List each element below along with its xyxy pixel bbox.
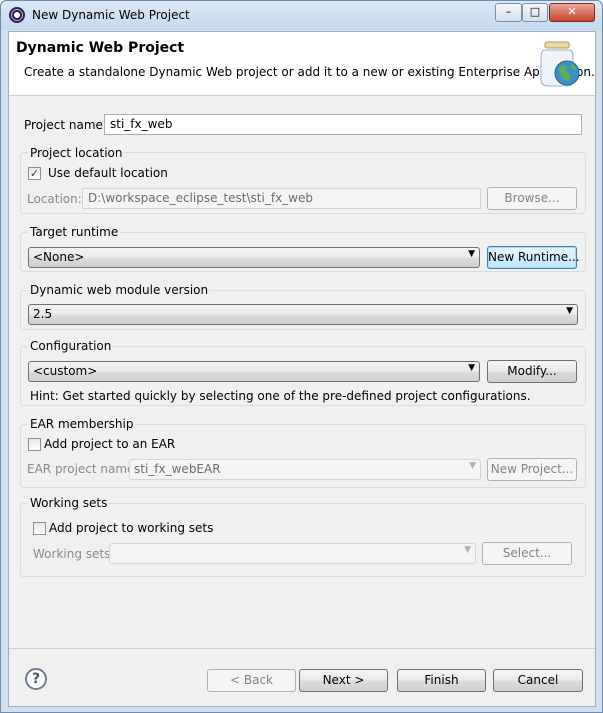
dialog-window: New Dynamic Web Project – □ ✕ Dynamic We… (0, 0, 603, 713)
new-runtime-button[interactable]: New Runtime... (487, 246, 580, 269)
browse-button[interactable]: Browse... (487, 187, 577, 210)
target-runtime-value: <None> (33, 250, 85, 264)
wizard-header: Dynamic Web Project Create a standalone … (9, 32, 595, 96)
eclipse-icon (9, 7, 25, 23)
add-to-ear-label: Add project to an EAR (44, 437, 176, 451)
use-default-location-label: Use default location (48, 166, 168, 180)
ear-membership-group-label: EAR membership (28, 417, 136, 431)
footer-separator (9, 648, 595, 649)
working-sets-select[interactable]: ▼ (109, 543, 476, 564)
add-to-working-sets-checkbox[interactable] (33, 522, 46, 535)
configuration-group-label: Configuration (28, 339, 114, 353)
project-name-input[interactable]: sti_fx_web (104, 114, 582, 135)
close-button[interactable]: ✕ (549, 3, 595, 22)
working-sets-group (20, 503, 586, 577)
target-runtime-group-label: Target runtime (28, 225, 121, 239)
title-bar[interactable]: New Dynamic Web Project – □ ✕ (1, 1, 602, 30)
select-working-sets-button[interactable]: Select... (482, 542, 572, 565)
page-description: Create a standalone Dynamic Web project … (24, 65, 595, 79)
next-button[interactable]: Next > (299, 669, 388, 692)
dropdown-arrow-icon: ▼ (468, 363, 475, 373)
cancel-button[interactable]: Cancel (493, 669, 583, 692)
configuration-hint: Hint: Get started quickly by selecting o… (30, 389, 531, 403)
jar-globe-icon (540, 41, 580, 87)
module-version-select[interactable]: 2.5 ▼ (28, 304, 578, 325)
module-version-value: 2.5 (33, 307, 53, 321)
page-title: Dynamic Web Project (16, 40, 185, 56)
working-sets-label: Working sets: (33, 547, 115, 561)
window-title: New Dynamic Web Project (32, 8, 190, 22)
dropdown-arrow-icon: ▼ (566, 306, 573, 316)
dropdown-arrow-icon: ▼ (469, 461, 476, 471)
help-icon[interactable]: ? (25, 668, 47, 690)
ear-project-name-value: sti_fx_webEAR (134, 462, 221, 476)
dialog-client-area: Dynamic Web Project Create a standalone … (8, 31, 596, 707)
target-runtime-select[interactable]: <None> ▼ (28, 247, 480, 268)
back-button[interactable]: < Back (207, 669, 296, 692)
use-default-location-checkbox[interactable]: ✓ (28, 167, 41, 180)
working-sets-group-label: Working sets (28, 496, 110, 510)
project-location-group-label: Project location (28, 146, 125, 160)
location-input[interactable]: D:\workspace_eclipse_test\sti_fx_web (82, 188, 481, 209)
ear-project-name-select[interactable]: sti_fx_webEAR ▼ (129, 459, 481, 480)
maximize-button[interactable]: □ (522, 3, 548, 22)
add-to-ear-checkbox[interactable] (28, 438, 41, 451)
dropdown-arrow-icon: ▼ (468, 249, 475, 259)
new-ear-project-button[interactable]: New Project... (487, 458, 577, 481)
dropdown-arrow-icon: ▼ (464, 545, 471, 555)
project-name-label: Project name: (24, 118, 107, 132)
minimize-button[interactable]: – (495, 3, 522, 22)
add-to-working-sets-label: Add project to working sets (49, 521, 214, 535)
configuration-select[interactable]: <custom> ▼ (28, 361, 480, 382)
module-version-group-label: Dynamic web module version (28, 283, 211, 297)
ear-project-name-label: EAR project name: (27, 462, 139, 476)
location-label: Location: (27, 192, 82, 206)
finish-button[interactable]: Finish (397, 669, 486, 692)
configuration-value: <custom> (33, 364, 98, 378)
modify-button[interactable]: Modify... (487, 360, 577, 383)
